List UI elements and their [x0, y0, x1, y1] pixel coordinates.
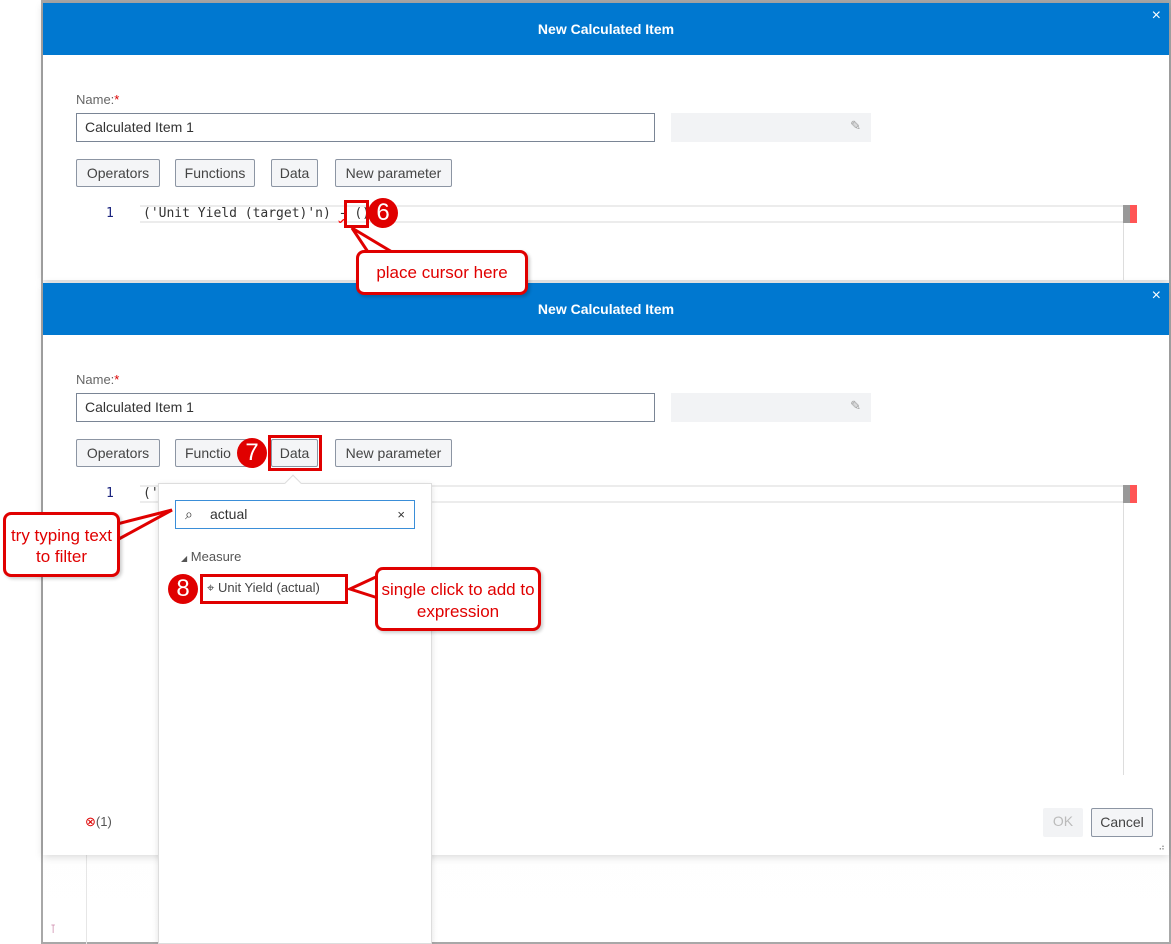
callout-add: single click to add to expression — [375, 567, 541, 631]
highlight-data-button — [268, 435, 322, 471]
step-8-badge: 8 — [168, 574, 198, 604]
callout-pointers — [115, 226, 398, 601]
step-6-badge: 6 — [368, 198, 398, 228]
step-7-badge: 7 — [237, 438, 267, 468]
highlight-cursor-position — [344, 200, 369, 228]
highlight-data-item — [200, 574, 348, 604]
callout-filter: try typing text to filter — [3, 512, 120, 577]
callout-place-cursor: place cursor here — [356, 250, 528, 295]
